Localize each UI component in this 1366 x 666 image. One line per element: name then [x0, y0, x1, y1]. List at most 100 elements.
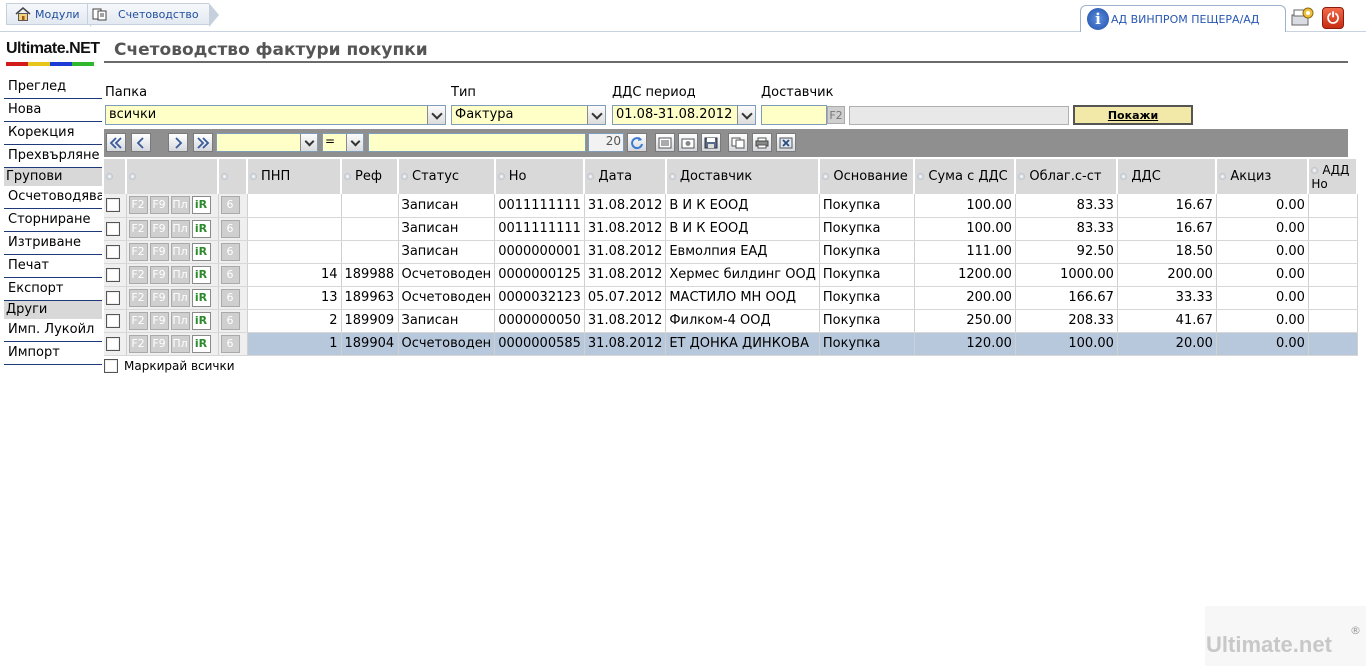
payment-button[interactable]: Пл [170, 311, 190, 330]
column-header-supplier[interactable]: Доставчик [665, 159, 821, 194]
sidebar-item-preview[interactable]: Преглед [4, 76, 102, 99]
row-checkbox[interactable] [106, 221, 120, 236]
row-checkbox[interactable] [106, 267, 120, 282]
chevron-down-icon[interactable] [300, 134, 317, 151]
prev-page-icon[interactable] [131, 133, 151, 152]
edit-f2-button[interactable]: F2 [128, 311, 148, 330]
row-checkbox[interactable] [106, 244, 120, 259]
column-header-taxable[interactable]: Облаг.с-ст [1015, 159, 1119, 194]
row-checkbox[interactable] [106, 290, 120, 305]
breadcrumb-modules[interactable]: Модули [6, 3, 99, 27]
table-row[interactable]: F2 F9 Пл iR 6 Записан 0011111111 31.08.2012 В И … [104, 194, 1358, 218]
row-checkbox[interactable] [106, 198, 120, 213]
power-icon[interactable]: ⏻ [1322, 7, 1344, 29]
next-page-icon[interactable] [168, 133, 188, 152]
excel-export-icon[interactable] [776, 133, 796, 152]
six-button[interactable]: 6 [220, 219, 240, 238]
filter-operator-select[interactable]: = [322, 133, 364, 152]
edit-f2-button[interactable]: F2 [128, 334, 148, 353]
supplier-code-input[interactable] [761, 105, 827, 125]
chevron-down-icon[interactable] [427, 106, 445, 124]
print-icon[interactable] [752, 133, 772, 152]
column-header-date[interactable]: Дата [584, 159, 667, 194]
chevron-down-icon[interactable] [346, 134, 363, 151]
six-button[interactable]: 6 [220, 288, 240, 307]
row-checkbox[interactable] [106, 313, 120, 328]
payment-button[interactable]: Пл [170, 265, 190, 284]
column-header-ref[interactable]: Реф [341, 159, 399, 194]
column-header-basis[interactable]: Основание [819, 159, 916, 194]
save-icon[interactable] [701, 133, 721, 152]
column-header-extra[interactable] [218, 159, 248, 194]
refresh-icon[interactable] [627, 133, 647, 152]
edit-f2-button[interactable]: F2 [128, 242, 148, 261]
table-row[interactable]: F2 F9 Пл iR 6 2 189909 Записан 0000000050 31.08.2… [104, 309, 1358, 333]
table-row[interactable]: F2 F9 Пл iR 6 Записан 0000000001 31.08.2012 Евмо… [104, 240, 1358, 264]
column-header-status[interactable]: Статус [398, 159, 496, 194]
column-header-actions[interactable] [126, 159, 219, 194]
payment-button[interactable]: Пл [170, 219, 190, 238]
checkbox-icon[interactable] [104, 359, 118, 373]
column-header-select[interactable] [104, 159, 127, 194]
ir-button[interactable]: iR [191, 265, 211, 284]
edit-f2-button[interactable]: F2 [128, 219, 148, 238]
info-icon[interactable]: i [1087, 8, 1109, 30]
edit-f2-button[interactable]: F2 [128, 265, 148, 284]
chevron-down-icon[interactable] [737, 106, 755, 124]
row-checkbox[interactable] [106, 336, 120, 351]
sidebar-item-print[interactable]: Печат [4, 255, 102, 278]
folder-select[interactable]: всички [105, 105, 446, 125]
copy-icon[interactable] [728, 133, 748, 152]
column-header-number[interactable]: Но [494, 159, 586, 194]
sidebar-item-post[interactable]: Осчетоводяване [4, 186, 102, 209]
ir-button[interactable]: iR [191, 311, 211, 330]
f9-button[interactable]: F9 [149, 334, 169, 353]
first-page-icon[interactable] [106, 133, 126, 152]
sidebar-item-new[interactable]: Нова [4, 99, 102, 122]
edit-f2-button[interactable]: F2 [128, 288, 148, 307]
column-header-excise[interactable]: Акциз [1216, 159, 1310, 194]
column-header-add-no[interactable]: АДД Но [1308, 159, 1359, 194]
ir-button[interactable]: iR [191, 219, 211, 238]
column-header-pnp[interactable]: ПНП [247, 159, 342, 194]
table-row[interactable]: F2 F9 Пл iR 6 13 189963 Осчетоводен 0000032123 05… [104, 286, 1358, 310]
mark-all-checkbox[interactable]: Маркирай всички [104, 359, 235, 373]
table-row[interactable]: F2 F9 Пл iR 6 1 189904 Осчетоводен 0000000585 31.… [104, 332, 1358, 356]
sidebar-item-import-lukoil[interactable]: Имп. Лукойл [4, 319, 102, 342]
show-button[interactable]: Покажи [1073, 105, 1193, 125]
column-header-total[interactable]: Сума с ДДС [914, 159, 1017, 194]
vat-period-select[interactable]: 01.08-31.08.2012 [612, 105, 756, 125]
six-button[interactable]: 6 [220, 196, 240, 215]
sidebar-item-transfer[interactable]: Прехвърляне [4, 145, 102, 168]
list-view-icon[interactable] [655, 133, 675, 152]
payment-button[interactable]: Пл [170, 288, 190, 307]
payment-button[interactable]: Пл [170, 196, 190, 215]
sidebar-item-edit[interactable]: Корекция [4, 122, 102, 145]
six-button[interactable]: 6 [220, 242, 240, 261]
type-select[interactable]: Фактура [451, 105, 606, 125]
ir-button[interactable]: iR [191, 242, 211, 261]
six-button[interactable]: 6 [220, 334, 240, 353]
table-row[interactable]: F2 F9 Пл iR 6 14 189988 Осчетоводен 0000000125 31… [104, 263, 1358, 287]
settings-icon[interactable] [1290, 6, 1314, 28]
payment-button[interactable]: Пл [170, 334, 190, 353]
company-tab[interactable]: i АД ВИНПРОМ ПЕЩЕРА/АД [1080, 5, 1286, 32]
f9-button[interactable]: F9 [149, 265, 169, 284]
f9-button[interactable]: F9 [149, 242, 169, 261]
ir-button[interactable]: iR [191, 334, 211, 353]
six-button[interactable]: 6 [220, 265, 240, 284]
page-size-input[interactable]: 20 [588, 133, 624, 152]
filter-field-select[interactable] [216, 133, 318, 152]
supplier-lookup-button[interactable]: F2 [827, 106, 845, 124]
table-row[interactable]: F2 F9 Пл iR 6 Записан 0011111111 31.08.2012 В И … [104, 217, 1358, 241]
sidebar-item-import[interactable]: Импорт [4, 342, 102, 365]
chevron-down-icon[interactable] [587, 106, 605, 124]
payment-button[interactable]: Пл [170, 242, 190, 261]
f9-button[interactable]: F9 [149, 311, 169, 330]
sidebar-item-delete[interactable]: Изтриване [4, 232, 102, 255]
f9-button[interactable]: F9 [149, 288, 169, 307]
ir-button[interactable]: iR [191, 196, 211, 215]
column-header-vat[interactable]: ДДС [1117, 159, 1218, 194]
last-page-icon[interactable] [193, 133, 213, 152]
edit-f2-button[interactable]: F2 [128, 196, 148, 215]
